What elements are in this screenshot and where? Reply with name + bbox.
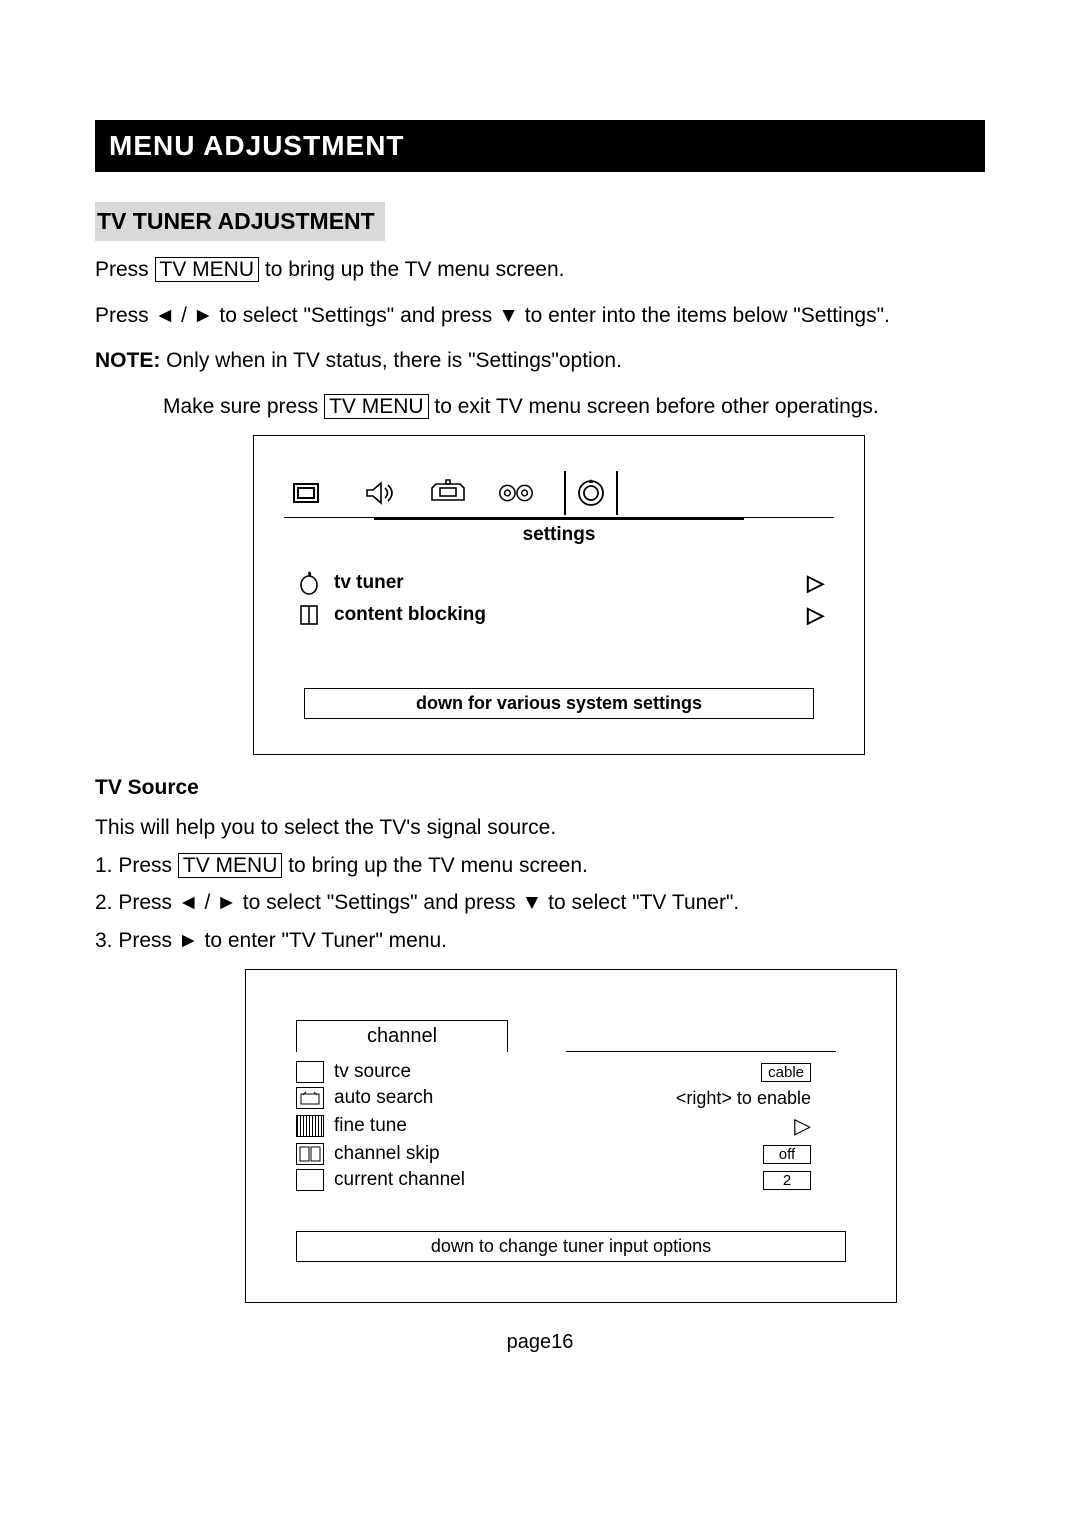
tab-row [284, 471, 834, 518]
tv-source-heading: TV Source [95, 771, 985, 805]
settings-item-tv-tuner: tv tuner ▷ [294, 570, 834, 596]
text: to bring up the TV menu screen. [265, 258, 565, 281]
step-3: 3. Press ► to enter "TV Tuner" menu. [95, 924, 985, 958]
text: 1. Press [95, 854, 178, 877]
row-label: current channel [334, 1169, 763, 1191]
audio-tab-icon [360, 475, 400, 511]
settings-item-content-blocking: content blocking ▷ [294, 602, 834, 628]
step-1: 1. Press TV MENU to bring up the TV menu… [95, 849, 985, 883]
page-title: MENU ADJUSTMENT [109, 130, 405, 161]
instruction-line-2: Press ◄ / ► to select "Settings" and pre… [95, 299, 985, 333]
display-tab-icon [428, 475, 468, 511]
row-auto-search: auto search <right> to enable [296, 1087, 811, 1109]
hint-text: down to change tuner input options [296, 1231, 846, 1262]
page-title-bar: MENU ADJUSTMENT [95, 120, 985, 172]
tv-menu-key: TV MENU [155, 257, 260, 282]
options-tab-icon [496, 475, 536, 511]
right-arrow-icon: ▷ [794, 1113, 811, 1139]
note-line: NOTE: Only when in TV status, there is "… [95, 344, 985, 378]
blocking-icon [294, 604, 324, 626]
right-arrow-icon: ▷ [807, 570, 824, 596]
settings-tab-icon [564, 471, 618, 515]
row-value: 2 [763, 1171, 811, 1190]
row-value: cable [761, 1063, 811, 1082]
text: to bring up the TV menu screen. [288, 854, 588, 877]
note-text: Only when in TV status, there is "Settin… [160, 349, 622, 372]
tuner-icon [294, 571, 324, 595]
row-value: off [763, 1145, 811, 1164]
current-channel-icon [296, 1169, 324, 1191]
text: Press [95, 258, 155, 281]
auto-search-icon [296, 1087, 324, 1109]
settings-item-label: content blocking [334, 604, 486, 626]
fine-tune-icon [296, 1115, 324, 1137]
row-label: channel skip [334, 1143, 763, 1165]
channel-menu-screenshot: channel tv source cable auto search <rig… [245, 969, 897, 1303]
step-2: 2. Press ◄ / ► to select "Settings" and … [95, 886, 985, 920]
tv-menu-key: TV MENU [324, 394, 429, 419]
channel-skip-icon [296, 1143, 324, 1165]
row-current-channel: current channel 2 [296, 1169, 811, 1191]
tv-menu-key: TV MENU [178, 853, 283, 878]
row-value: <right> to enable [676, 1088, 811, 1109]
tv-source-icon [296, 1061, 324, 1083]
row-label: tv source [334, 1061, 761, 1083]
page-number: page16 [95, 1331, 985, 1354]
text: to exit TV menu screen before other oper… [434, 395, 878, 418]
row-label: fine tune [334, 1115, 794, 1137]
settings-list: tv tuner ▷ content blocking ▷ [284, 570, 834, 628]
channel-tab-label: channel [296, 1020, 508, 1052]
settings-menu-screenshot: settings tv tuner ▷ content blocking ▷ d… [253, 435, 865, 755]
settings-item-label: tv tuner [334, 572, 404, 594]
video-tab-icon [292, 475, 332, 511]
text: Make sure press [163, 395, 324, 418]
note-label: NOTE: [95, 349, 160, 372]
section-heading: TV TUNER ADJUSTMENT [95, 202, 385, 241]
active-tab-label: settings [374, 518, 744, 546]
row-channel-skip: channel skip off [296, 1143, 811, 1165]
hint-text: down for various system settings [304, 688, 814, 719]
channel-list: tv source cable auto search <right> to e… [296, 1061, 811, 1191]
row-label: auto search [334, 1087, 676, 1109]
instruction-line-1: Press TV MENU to bring up the TV menu sc… [95, 253, 985, 287]
tv-source-description: This will help you to select the TV's si… [95, 811, 985, 845]
row-fine-tune: fine tune ▷ [296, 1113, 811, 1139]
instruction-line-3: Make sure press TV MENU to exit TV menu … [163, 390, 985, 424]
right-arrow-icon: ▷ [807, 602, 824, 628]
row-tv-source: tv source cable [296, 1061, 811, 1083]
